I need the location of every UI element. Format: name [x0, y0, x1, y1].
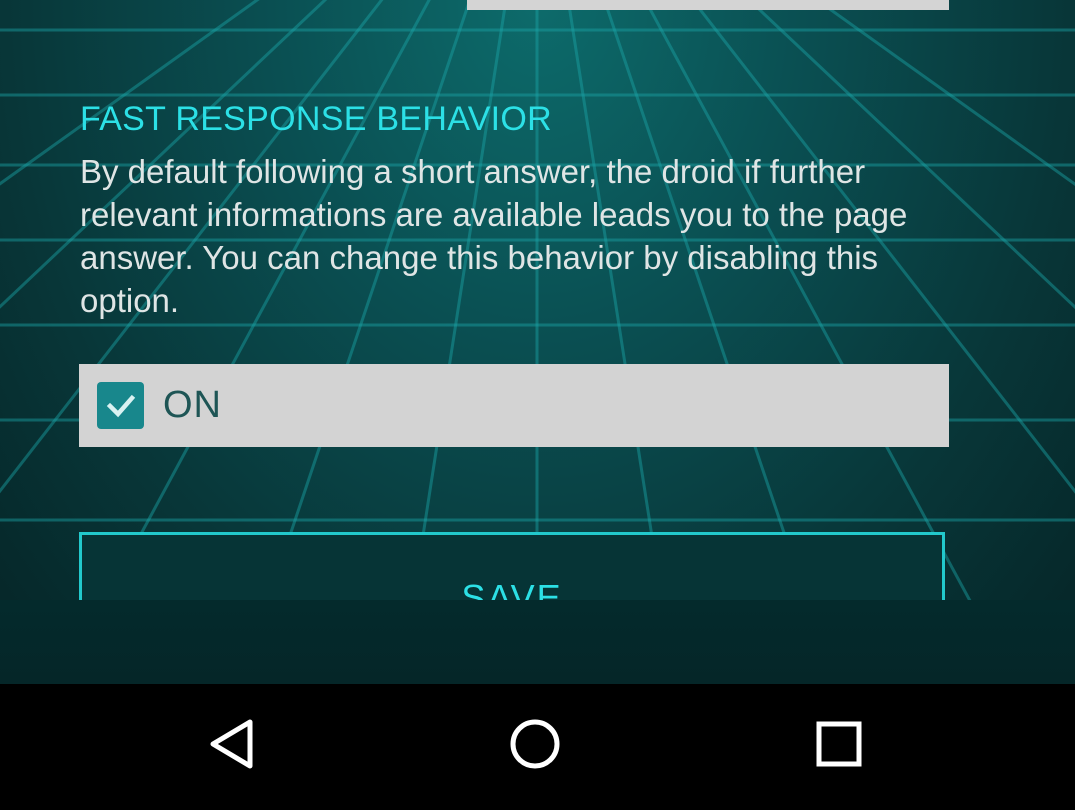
back-button[interactable]	[193, 704, 273, 784]
screen: FAST RESPONSE BEHAVIOR By default follow…	[0, 0, 1075, 810]
scroll-fade	[0, 600, 1075, 684]
android-nav-bar	[0, 684, 1075, 810]
fast-response-toggle-row[interactable]: ON	[79, 364, 949, 447]
checkmark-icon	[106, 394, 135, 417]
recents-button[interactable]	[799, 704, 879, 784]
home-button[interactable]	[495, 704, 575, 784]
section-description: By default following a short answer, the…	[80, 153, 908, 319]
back-triangle-icon	[210, 719, 253, 769]
home-circle-icon	[510, 719, 560, 769]
recents-square-icon	[816, 721, 862, 767]
section-title: FAST RESPONSE BEHAVIOR	[80, 100, 553, 138]
fast-response-checkbox[interactable]	[97, 382, 144, 429]
previous-setting-label	[80, 0, 320, 6]
toggle-label: ON	[163, 384, 222, 426]
settings-panel: FAST RESPONSE BEHAVIOR By default follow…	[0, 0, 1075, 684]
previous-setting-field[interactable]	[467, 0, 949, 10]
